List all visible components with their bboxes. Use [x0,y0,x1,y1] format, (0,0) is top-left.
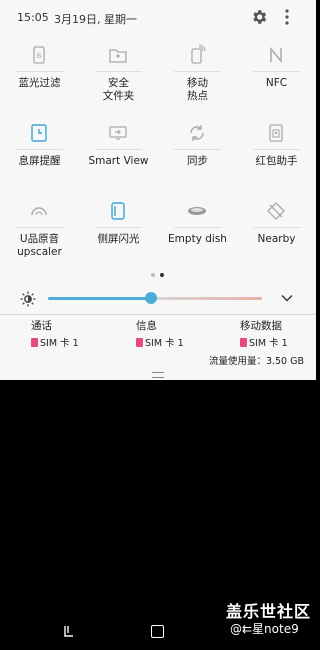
tile-separator [174,227,221,228]
quick-tile[interactable]: B 蓝光过滤 [0,36,79,114]
quick-tile[interactable]: 息屏提醒 [0,114,79,192]
empty-dish-icon [182,196,212,226]
quick-tile-label: Empty dish [168,233,227,245]
quick-tile-label: 红包助手 [255,155,298,167]
quick-tile[interactable]: U品原音 upscaler [0,192,79,270]
more-options-icon[interactable] [283,8,291,26]
quick-tile-label: U品原音 upscaler [17,233,62,258]
watermark-title: 盖乐世社区 [226,602,312,621]
sync-icon [182,118,212,148]
smart-view-icon [103,118,133,148]
usage-label: 信息 [136,320,157,332]
sim-indicator: SIM 卡 1 [136,335,184,349]
secure-folder-icon [103,40,133,70]
quick-tile[interactable]: 安全 文件夹 [79,36,158,114]
tile-separator [95,227,142,228]
quick-tile[interactable]: 侧屏闪光 [79,192,158,270]
tile-separator [253,71,300,72]
tile-separator [253,227,300,228]
notification-panel: 15:05 3月19日, 星期一 B 蓝光过滤 安全 文件夹 移动 热点 NFC 息屏提醒 Sm… [0,0,316,380]
brightness-slider-thumb[interactable] [145,292,157,304]
svg-text:B: B [37,52,42,60]
watermark-handle: @⇇星note9 [230,622,299,636]
tile-separator [253,149,300,150]
data-usage-text: 流量使用量：3.50 GB [208,356,304,367]
quick-tile-label: 息屏提醒 [18,155,61,167]
page-dot[interactable] [151,273,155,277]
chevron-down-icon[interactable] [280,291,294,305]
mobile-hotspot-icon [182,40,212,70]
quick-tile-label: 蓝光过滤 [18,77,61,89]
edge-lighting-icon [103,196,133,226]
quick-tile-label: Nearby [257,233,296,245]
status-bar: 15:05 3月19日, 星期一 [0,0,316,36]
red-envelope-icon [261,118,291,148]
sim-icon [31,337,38,347]
nearby-icon [261,196,291,226]
sim-label: SIM 卡 1 [145,338,184,349]
blue-light-filter-icon: B [24,40,54,70]
usage-mobile-data[interactable]: 移动数据 SIM 卡 1 [240,319,288,349]
sim-label: SIM 卡 1 [249,338,288,349]
quick-tile[interactable]: 移动 热点 [158,36,237,114]
always-on-display-icon [24,118,54,148]
home-button[interactable] [151,625,164,638]
quick-tile-label: NFC [265,77,288,89]
brightness-icon [20,291,36,307]
uhq-upscaler-icon [24,196,54,226]
brightness-track[interactable] [151,297,262,300]
sim-label: SIM 卡 1 [40,338,79,349]
tile-separator [95,149,142,150]
usage-label: 移动数据 [240,320,282,332]
sim-indicator: SIM 卡 1 [31,335,79,349]
quick-tile-label: Smart View [88,155,149,167]
quick-tile[interactable]: Smart View [79,114,158,192]
clock: 15:05 [17,11,49,24]
usage-calls[interactable]: 通话 SIM 卡 1 [31,319,79,349]
quick-tile[interactable]: 红包助手 [237,114,316,192]
tile-separator [16,71,63,72]
tile-separator [174,71,221,72]
quick-tile-label: 侧屏闪光 [97,233,140,245]
tile-separator [16,227,63,228]
quick-tile[interactable]: Nearby [237,192,316,270]
quick-tile-label: 同步 [187,155,208,167]
sim-icon [240,337,247,347]
quick-tile[interactable]: 同步 [158,114,237,192]
sim-indicator: SIM 卡 1 [240,335,288,349]
tile-separator [16,149,63,150]
page-dot-active[interactable] [160,273,164,277]
quick-tile[interactable]: NFC [237,36,316,114]
divider [0,314,316,315]
panel-drag-handle[interactable] [152,372,164,378]
nfc-icon [261,40,291,70]
recent-apps-icon[interactable] [62,624,76,638]
settings-gear-icon[interactable] [250,8,268,26]
brightness-track-filled[interactable] [48,297,151,300]
quick-tile-label: 安全 文件夹 [102,77,135,102]
quick-tile-label: 移动 热点 [187,77,208,102]
tile-separator [95,71,142,72]
tile-separator [174,149,221,150]
page-indicator [0,271,316,279]
sim-icon [136,337,143,347]
usage-label: 通话 [31,320,52,332]
usage-messages[interactable]: 信息 SIM 卡 1 [136,319,184,349]
date-label: 3月19日, 星期一 [54,13,137,26]
quick-tile[interactable]: Empty dish [158,192,237,270]
